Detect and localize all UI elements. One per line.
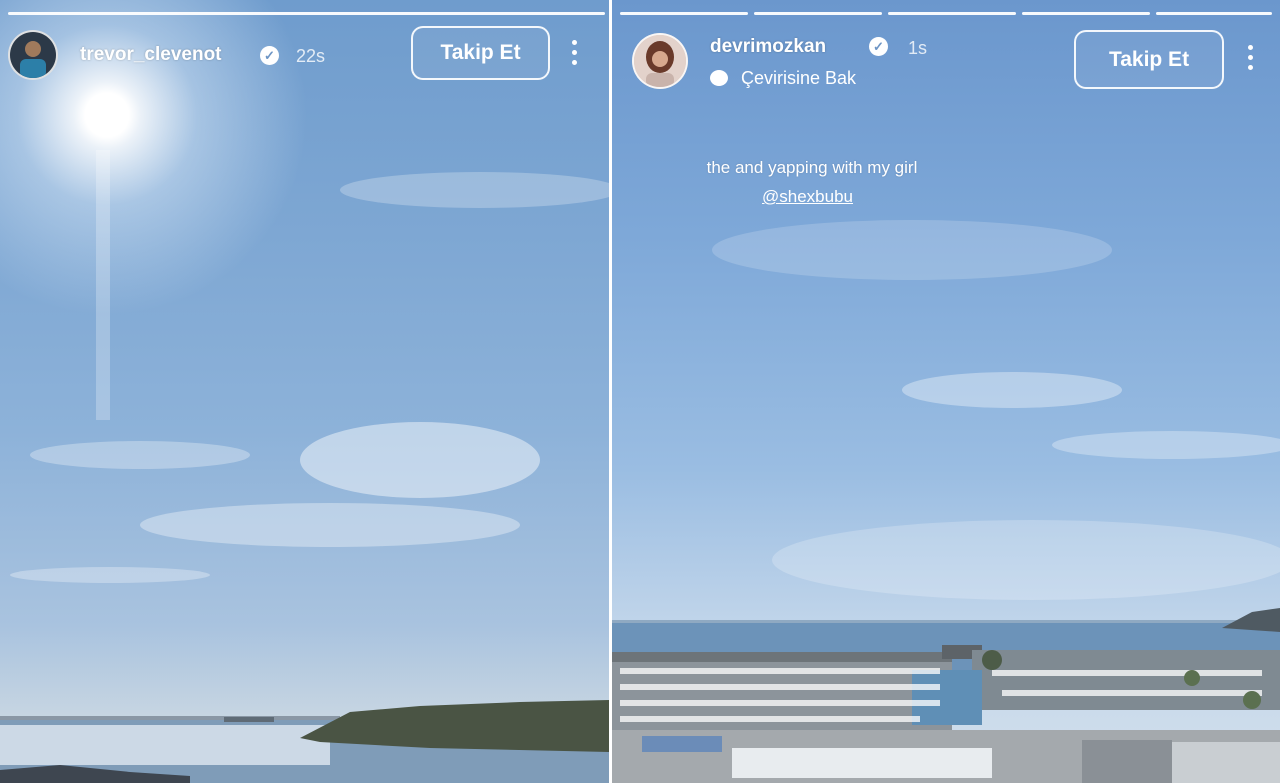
verified-badge-icon: ✓: [260, 46, 279, 65]
story-panel-right[interactable]: devrimozkan ✓ 1s Çevirisine Bak Takip Et…: [612, 0, 1280, 783]
more-options-icon[interactable]: [1246, 45, 1254, 73]
story-progress-bar: [8, 12, 605, 15]
story-progress-segment: [888, 12, 1016, 15]
follow-button[interactable]: Takip Et: [411, 26, 550, 80]
story-progress-segment: [1022, 12, 1150, 15]
username[interactable]: trevor_clevenot: [80, 44, 222, 66]
timestamp: 22s: [296, 46, 326, 66]
avatar[interactable]: [632, 33, 688, 89]
avatar-photo: [20, 41, 46, 78]
timestamp: 1s: [908, 38, 928, 58]
translate-link[interactable]: Çevirisine Bak: [741, 68, 856, 89]
story-caption: the and yapping with my girl: [706, 158, 918, 177]
username[interactable]: devrimozkan: [710, 36, 826, 58]
verified-badge-icon: ✓: [869, 37, 888, 56]
story-progress-segment: [754, 12, 882, 15]
follow-button[interactable]: Takip Et: [1074, 30, 1224, 89]
story-photo-left: [0, 150, 609, 783]
story-progress-segment: [620, 12, 748, 15]
avatar-photo: [634, 35, 686, 87]
mention-link[interactable]: @shexbubu: [762, 187, 853, 207]
story-photo-right: [612, 220, 1280, 783]
story-panel-left[interactable]: trevor_clevenot ✓ 22s Takip Et: [0, 0, 609, 783]
avatar[interactable]: [8, 30, 58, 80]
translate-bubble-icon: [710, 70, 728, 86]
more-options-icon[interactable]: [570, 40, 578, 68]
story-progress-segment: [1156, 12, 1272, 15]
